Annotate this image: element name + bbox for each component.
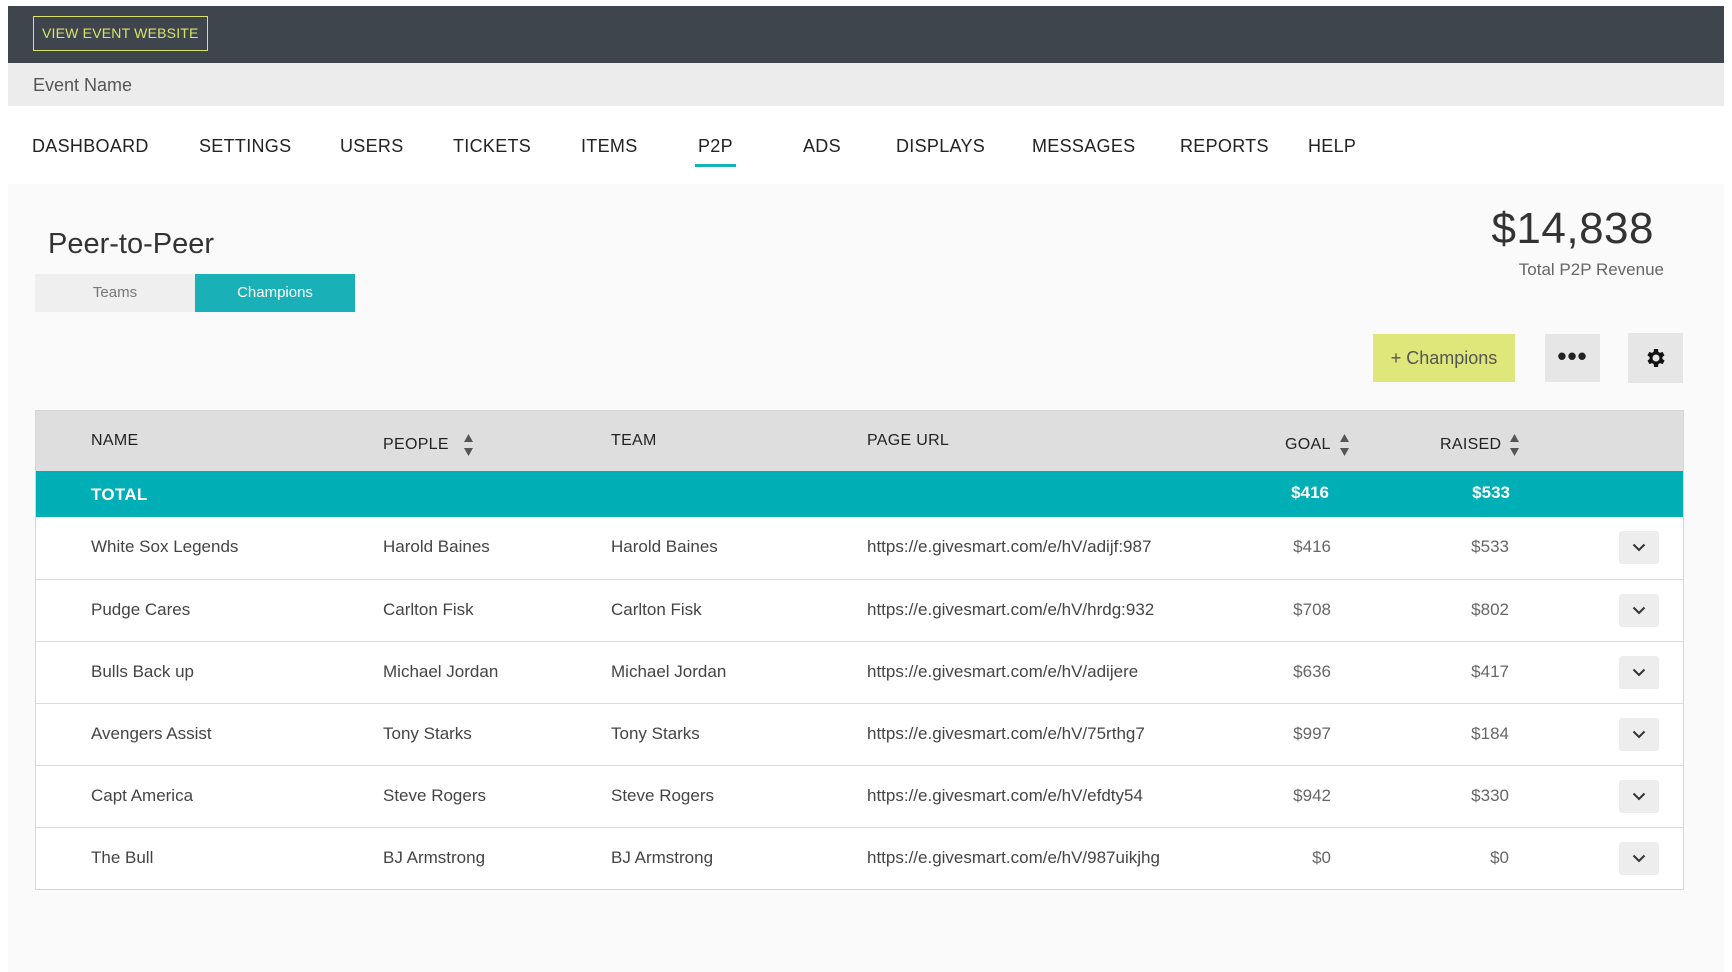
table-row: Capt America Steve Rogers Steve Rogers h…	[36, 765, 1683, 827]
row-name: Capt America	[91, 786, 194, 805]
sort-icon	[1510, 434, 1520, 456]
row-goal: $416	[1293, 537, 1331, 556]
row-people: Michael Jordan	[383, 662, 499, 681]
header-people[interactable]: PEOPLE	[383, 432, 474, 458]
header-name[interactable]: NAME	[91, 432, 138, 450]
total-revenue-amount: $14,838	[1491, 204, 1654, 253]
sort-icon	[463, 434, 473, 456]
table-row: Bulls Back up Michael Jordan Michael Jor…	[36, 641, 1683, 703]
chevron-down-icon	[1632, 792, 1646, 801]
table-row: Pudge Cares Carlton Fisk Carlton Fisk ht…	[36, 579, 1683, 641]
row-people: Steve Rogers	[383, 786, 486, 805]
nav-displays[interactable]: DISPLAYS	[896, 136, 985, 157]
chevron-down-icon	[1632, 730, 1646, 739]
row-expand-button[interactable]	[1619, 780, 1659, 813]
chevron-down-icon	[1632, 668, 1646, 677]
row-team: Michael Jordan	[611, 662, 727, 681]
total-revenue-label: Total P2P Revenue	[1518, 260, 1664, 279]
row-page-url[interactable]: https://e.givesmart.com/e/hV/hrdg:932	[867, 600, 1154, 620]
row-goal: $708	[1293, 600, 1331, 619]
event-name: Event Name	[33, 75, 133, 95]
nav-ads[interactable]: ADS	[803, 136, 841, 157]
row-name: Bulls Back up	[91, 662, 194, 681]
gear-icon	[1646, 349, 1665, 367]
row-goal: $942	[1293, 786, 1331, 805]
row-team: Harold Baines	[611, 537, 718, 556]
header-goal[interactable]: GOAL	[1285, 432, 1350, 458]
table-header: NAME PEOPLE TEAM PAGE URL GOAL RAISED	[36, 411, 1683, 471]
page-title: Peer-to-Peer	[48, 228, 215, 260]
row-raised: $184	[1471, 724, 1509, 743]
row-raised: $802	[1471, 600, 1509, 619]
table-row: The Bull BJ Armstrong BJ Armstrong https…	[36, 827, 1683, 889]
tab-champions[interactable]: Champions	[195, 274, 355, 312]
nav-p2p[interactable]: P2P	[695, 136, 736, 167]
nav-settings[interactable]: SETTINGS	[199, 136, 291, 157]
row-page-url[interactable]: https://e.givesmart.com/e/hV/adijere	[867, 662, 1138, 682]
total-label: TOTAL	[91, 485, 148, 504]
header-raised[interactable]: RAISED	[1440, 432, 1520, 458]
nav-messages[interactable]: MESSAGES	[1032, 136, 1135, 157]
row-name: White Sox Legends	[91, 537, 239, 556]
row-page-url[interactable]: https://e.givesmart.com/e/hV/75rthg7	[867, 724, 1145, 744]
sort-icon	[1339, 434, 1349, 456]
nav-dashboard[interactable]: DASHBOARD	[32, 136, 149, 157]
row-team: Carlton Fisk	[611, 600, 702, 619]
chevron-down-icon	[1632, 606, 1646, 615]
add-champions-button[interactable]: + Champions	[1373, 334, 1515, 382]
chevron-down-icon	[1632, 854, 1646, 863]
more-options-button[interactable]: •••	[1545, 334, 1600, 382]
row-raised: $417	[1471, 662, 1509, 681]
row-raised: $0	[1490, 848, 1509, 867]
row-expand-button[interactable]	[1619, 842, 1659, 875]
row-page-url[interactable]: https://e.givesmart.com/e/hV/987uikjhg	[867, 848, 1160, 868]
table-row: Avengers Assist Tony Starks Tony Starks …	[36, 703, 1683, 765]
row-raised: $533	[1471, 537, 1509, 556]
ellipsis-icon: •••	[1557, 341, 1588, 371]
tab-group: Teams Champions	[35, 274, 355, 312]
total-raised: $533	[1472, 483, 1510, 502]
event-bar: Event Name	[8, 63, 1724, 106]
row-team: Steve Rogers	[611, 786, 714, 805]
nav-items[interactable]: ITEMS	[581, 136, 638, 157]
row-expand-button[interactable]	[1619, 656, 1659, 689]
tab-teams[interactable]: Teams	[35, 274, 195, 312]
row-expand-button[interactable]	[1619, 594, 1659, 627]
row-people: Carlton Fisk	[383, 600, 474, 619]
row-expand-button[interactable]	[1619, 531, 1659, 564]
app-frame: VIEW EVENT WEBSITE Event Name DASHBOARD …	[8, 6, 1724, 972]
header-page-url[interactable]: PAGE URL	[867, 432, 949, 450]
chevron-down-icon	[1632, 543, 1646, 552]
settings-button[interactable]	[1628, 333, 1683, 383]
row-page-url[interactable]: https://e.givesmart.com/e/hV/efdty54	[867, 786, 1143, 806]
total-row: TOTAL $416 $533	[36, 471, 1683, 517]
row-goal: $0	[1312, 848, 1331, 867]
nav-users[interactable]: USERS	[340, 136, 404, 157]
row-page-url[interactable]: https://e.givesmart.com/e/hV/adijf:987	[867, 537, 1151, 557]
row-team: BJ Armstrong	[611, 848, 714, 867]
row-team: Tony Starks	[611, 724, 700, 743]
row-goal: $636	[1293, 662, 1331, 681]
table-body: White Sox Legends Harold Baines Harold B…	[36, 517, 1683, 889]
row-people: Tony Starks	[383, 724, 472, 743]
row-name: The Bull	[91, 848, 154, 867]
view-event-website-button[interactable]: VIEW EVENT WEBSITE	[33, 16, 208, 51]
champions-table: NAME PEOPLE TEAM PAGE URL GOAL RAISED TO…	[35, 410, 1684, 890]
nav-help[interactable]: HELP	[1308, 136, 1356, 157]
top-bar: VIEW EVENT WEBSITE	[8, 6, 1724, 63]
main-nav: DASHBOARD SETTINGS USERS TICKETS ITEMS P…	[8, 106, 1724, 184]
header-team[interactable]: TEAM	[611, 432, 657, 450]
row-name: Pudge Cares	[91, 600, 191, 619]
nav-reports[interactable]: REPORTS	[1180, 136, 1269, 157]
row-people: Harold Baines	[383, 537, 490, 556]
total-goal: $416	[1291, 483, 1329, 502]
nav-tickets[interactable]: TICKETS	[453, 136, 531, 157]
table-row: White Sox Legends Harold Baines Harold B…	[36, 517, 1683, 579]
row-raised: $330	[1471, 786, 1509, 805]
row-people: BJ Armstrong	[383, 848, 486, 867]
row-expand-button[interactable]	[1619, 718, 1659, 751]
row-goal: $997	[1293, 724, 1331, 743]
row-name: Avengers Assist	[91, 724, 212, 743]
